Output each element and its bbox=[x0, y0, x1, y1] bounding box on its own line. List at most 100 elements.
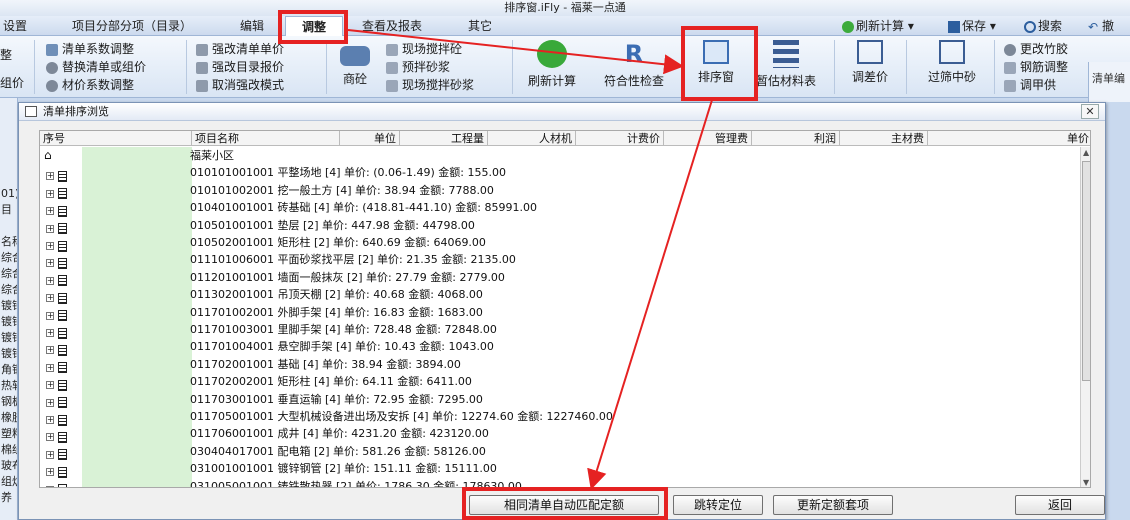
floppy-icon bbox=[948, 20, 960, 33]
expand-icon[interactable]: + bbox=[46, 172, 54, 181]
col-seq[interactable]: 序号 bbox=[40, 131, 192, 146]
table-row[interactable]: +011705001001 大型机械设备进出场及安拆 [4] 单价: 12274… bbox=[40, 408, 1080, 426]
scroll-down-icon[interactable]: ▼ bbox=[1083, 479, 1090, 487]
scroll-thumb[interactable] bbox=[1082, 161, 1090, 381]
table-row[interactable]: +011702002001 矩形柱 [4] 单价: 64.11 金额: 6411… bbox=[40, 373, 1080, 391]
document-icon bbox=[58, 188, 67, 200]
change-bamboo-button[interactable]: 更改竹胶 bbox=[1004, 40, 1068, 58]
col-name[interactable]: 项目名称 bbox=[192, 131, 340, 146]
table-row[interactable]: +011703001001 垂直运输 [4] 单价: 72.95 金额: 729… bbox=[40, 391, 1080, 409]
compliance-check-button[interactable]: R 符合性检查 bbox=[598, 38, 670, 94]
wrench-icon bbox=[196, 79, 208, 92]
left-strip-row: 镀锌 bbox=[1, 315, 17, 328]
table-row[interactable]: +011701004001 悬空脚手架 [4] 单价: 10.43 金额: 10… bbox=[40, 338, 1080, 356]
expand-icon[interactable]: + bbox=[46, 329, 54, 337]
tab-view-reports[interactable]: 查看及报表 bbox=[344, 16, 440, 36]
document-icon bbox=[58, 292, 67, 304]
table-row[interactable]: +011706001001 成井 [4] 单价: 4231.20 金额: 423… bbox=[40, 425, 1080, 443]
expand-icon[interactable]: + bbox=[46, 276, 54, 285]
save-menu[interactable]: 保存 ▾ bbox=[948, 16, 996, 36]
site-concrete-button[interactable]: 现场搅拌砼 bbox=[386, 40, 462, 58]
expand-icon[interactable]: + bbox=[46, 311, 54, 320]
background-list-tab[interactable]: 清单编 bbox=[1088, 62, 1130, 102]
material-coef-button[interactable]: 材价系数调整 bbox=[46, 76, 134, 94]
sieve-sand-button[interactable]: 过筛中砂 bbox=[914, 38, 990, 94]
expand-icon[interactable]: + bbox=[46, 485, 54, 487]
concrete-button[interactable]: 商砼 bbox=[332, 38, 378, 94]
tab-settings[interactable]: 设置 bbox=[0, 16, 30, 36]
close-button[interactable]: ✕ bbox=[1081, 104, 1099, 119]
document-icon bbox=[58, 466, 67, 478]
tab-project-items[interactable]: 项目分部分项（目录） bbox=[52, 16, 212, 36]
jump-locate-button[interactable]: 跳转定位 bbox=[673, 495, 763, 515]
expand-icon[interactable]: + bbox=[46, 433, 54, 442]
col-quantity[interactable]: 工程量 bbox=[400, 131, 488, 146]
col-main-material[interactable]: 主材费 bbox=[840, 131, 928, 146]
table-row[interactable]: +010501001001 垫层 [2] 单价: 447.98 金额: 4479… bbox=[40, 217, 1080, 235]
refresh-calc-menu[interactable]: 刷新计算 ▾ bbox=[842, 16, 914, 36]
col-unit[interactable]: 单位 bbox=[340, 131, 400, 146]
tab-other[interactable]: 其它 bbox=[458, 16, 502, 36]
table-row[interactable]: +010101002001 挖一般土方 [4] 单价: 38.94 金额: 77… bbox=[40, 182, 1080, 200]
tree-root-row[interactable]: ⌂ 福莱小区 bbox=[40, 147, 1080, 164]
expand-icon[interactable]: + bbox=[46, 259, 54, 268]
vertical-scrollbar[interactable]: ▲ ▼ bbox=[1080, 147, 1090, 487]
site-mortar-button[interactable]: 现场搅拌砂浆 bbox=[386, 76, 474, 94]
table-row[interactable]: +011101006001 平面砂浆找平层 [2] 单价: 21.35 金额: … bbox=[40, 251, 1080, 269]
left-strip-row: 橡胶 bbox=[1, 411, 17, 424]
row-text: 011705001001 大型机械设备进出场及安拆 [4] 单价: 12274.… bbox=[190, 410, 613, 423]
table-row[interactable]: +011701002001 外脚手架 [4] 单价: 16.83 金额: 168… bbox=[40, 304, 1080, 322]
table-row[interactable]: +010502001001 矩形柱 [2] 单价: 640.69 金额: 640… bbox=[40, 234, 1080, 252]
row-text: 011701004001 悬空脚手架 [4] 单价: 10.43 金额: 104… bbox=[190, 340, 494, 354]
dialog-titlebar: 清单排序浏览 ✕ bbox=[19, 103, 1105, 121]
sort-grid[interactable]: 序号 项目名称 单位 工程量 人材机 计费价 管理费 利润 主材费 单价 ⌂ 福莱… bbox=[39, 130, 1091, 488]
ribbon-cut-group[interactable]: 组价 bbox=[0, 74, 24, 92]
expand-icon[interactable]: + bbox=[46, 450, 54, 459]
expand-icon[interactable]: + bbox=[46, 468, 54, 477]
document-icon bbox=[58, 362, 67, 374]
expand-icon[interactable]: + bbox=[46, 242, 54, 250]
table-row[interactable]: +031001001001 镀锌钢管 [2] 单价: 151.11 金额: 15… bbox=[40, 460, 1080, 478]
replace-list-button[interactable]: 替换清单或组价 bbox=[46, 58, 146, 76]
expand-icon[interactable]: + bbox=[46, 189, 54, 198]
col-profit[interactable]: 利润 bbox=[752, 131, 840, 146]
expand-icon[interactable]: + bbox=[46, 207, 54, 216]
col-billing-price[interactable]: 计费价 bbox=[576, 131, 664, 146]
price-diff-button[interactable]: 调差价 bbox=[840, 38, 900, 94]
table-row[interactable]: +010401001001 砖基础 [4] 单价: (418.81-441.10… bbox=[40, 199, 1080, 217]
left-strip-row: 镀锌 bbox=[1, 347, 17, 360]
expand-icon[interactable]: + bbox=[46, 363, 54, 372]
table-row[interactable]: +011702001001 基础 [4] 单价: 38.94 金额: 3894.… bbox=[40, 356, 1080, 374]
col-unit-price[interactable]: 单价 bbox=[928, 131, 1090, 146]
expand-icon[interactable]: + bbox=[46, 416, 54, 424]
rebar-adjust-button[interactable]: 钢筋调整 bbox=[1004, 58, 1068, 76]
expand-icon[interactable]: + bbox=[46, 398, 54, 407]
tab-edit[interactable]: 编辑 bbox=[230, 16, 274, 36]
expand-icon[interactable]: + bbox=[46, 346, 54, 355]
col-labor-material[interactable]: 人材机 bbox=[488, 131, 576, 146]
premix-mortar-button[interactable]: 预拌砂浆 bbox=[386, 58, 450, 76]
owner-supply-button[interactable]: 调甲供 bbox=[1004, 76, 1056, 94]
refresh-calc-button[interactable]: 刷新计算 bbox=[518, 38, 586, 94]
search-menu[interactable]: 搜索 bbox=[1024, 16, 1062, 36]
back-button[interactable]: 返回 bbox=[1015, 495, 1105, 515]
calculator-icon bbox=[857, 40, 883, 64]
list-coef-adjust-button[interactable]: 清单系数调整 bbox=[46, 40, 134, 58]
scroll-up-icon[interactable]: ▲ bbox=[1083, 149, 1090, 157]
grid-header: 序号 项目名称 单位 工程量 人材机 计费价 管理费 利润 主材费 单价 bbox=[40, 131, 1090, 146]
cancel-force-button[interactable]: 取消强改模式 bbox=[196, 76, 284, 94]
force-dir-price-button[interactable]: 强改目录报价 bbox=[196, 58, 284, 76]
table-row[interactable]: +010101001001 平整场地 [4] 单价: (0.06-1.49) 金… bbox=[40, 164, 1080, 182]
table-row[interactable]: +011701003001 里脚手架 [4] 单价: 728.48 金额: 72… bbox=[40, 321, 1080, 339]
table-row[interactable]: +011302001001 吊顶天棚 [2] 单价: 40.68 金额: 406… bbox=[40, 286, 1080, 304]
update-quota-button[interactable]: 更新定额套项 bbox=[773, 495, 893, 515]
expand-icon[interactable]: + bbox=[46, 381, 54, 390]
ribbon-cut-adjust[interactable]: 整 bbox=[0, 46, 12, 64]
col-mgmt-fee[interactable]: 管理费 bbox=[664, 131, 752, 146]
expand-icon[interactable]: + bbox=[46, 294, 54, 303]
expand-icon[interactable]: + bbox=[46, 224, 54, 233]
undo-menu[interactable]: ↶ 撤 bbox=[1088, 16, 1114, 36]
table-row[interactable]: +030404017001 配电箱 [2] 单价: 581.26 金额: 581… bbox=[40, 443, 1080, 461]
force-list-price-button[interactable]: 强改清单单价 bbox=[196, 40, 284, 58]
table-row[interactable]: +011201001001 墙面一般抹灰 [2] 单价: 27.79 金额: 2… bbox=[40, 269, 1080, 287]
